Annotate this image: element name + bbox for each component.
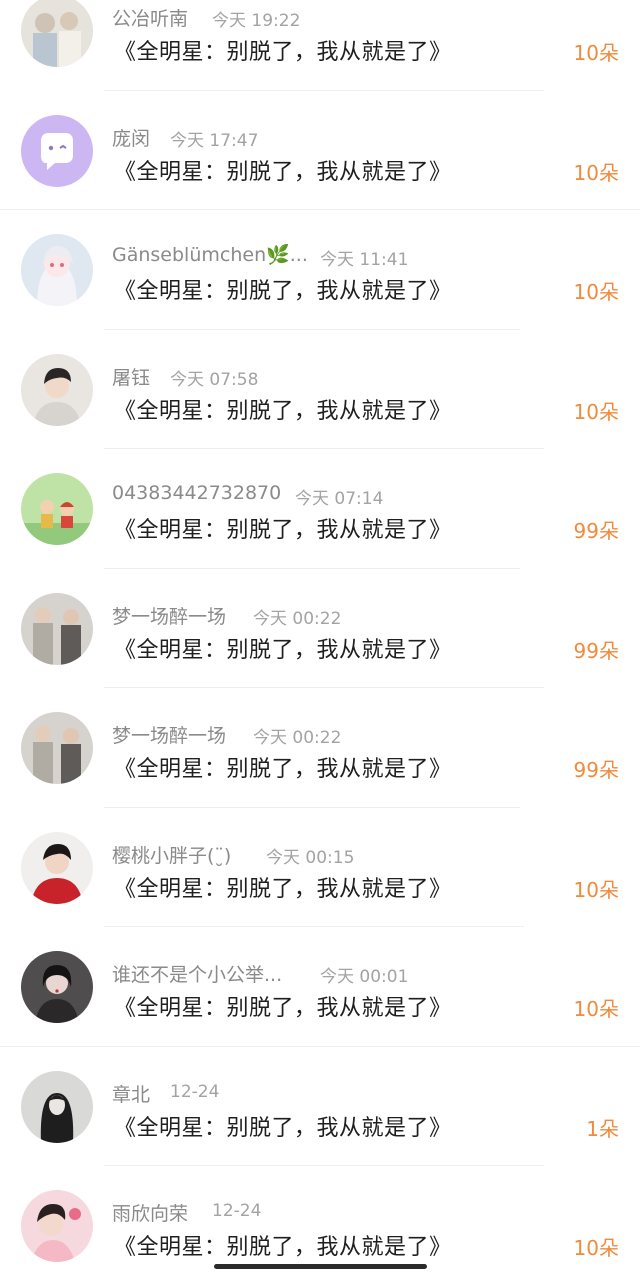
list-item[interactable]: 谁还不是个小公举... 今天 00:01 《全明星：别脱了，我从就是了》 10朵: [0, 927, 640, 1047]
list-item[interactable]: 屠钰 今天 07:58 《全明星：别脱了，我从就是了》 10朵: [0, 330, 640, 449]
user-name: 樱桃小胖子(¨̮): [112, 844, 232, 867]
user-name: 04383442732870: [112, 482, 282, 504]
flower-count: 1朵: [586, 1116, 619, 1141]
user-avatar[interactable]: [21, 0, 93, 67]
user-avatar[interactable]: [21, 234, 93, 306]
book-title: 《全明星：别脱了，我从就是了》: [114, 279, 452, 304]
list-item[interactable]: 樱桃小胖子(¨̮) 今天 00:15 《全明星：别脱了，我从就是了》 10朵: [0, 808, 640, 927]
user-avatar[interactable]: [21, 712, 93, 784]
book-title: 《全明星：别脱了，我从就是了》: [114, 757, 452, 782]
user-name: 梦一场醉一场: [112, 725, 227, 747]
flower-count: 99朵: [573, 638, 619, 663]
timestamp: 今天 07:14: [295, 489, 384, 509]
flower-count: 10朵: [573, 160, 619, 185]
timestamp: 今天 00:15: [266, 847, 355, 868]
user-name: 梦一场醉一场: [112, 605, 227, 628]
book-title: 《全明星：别脱了，我从就是了》: [114, 159, 452, 185]
book-title: 《全明星：别脱了，我从就是了》: [114, 398, 452, 424]
user-avatar[interactable]: [21, 951, 93, 1023]
book-title: 《全明星：别脱了，我从就是了》: [114, 40, 452, 65]
user-avatar[interactable]: [21, 831, 93, 904]
list-item[interactable]: 04383442732870 今天 07:14 《全明星：别脱了，我从就是了》 …: [0, 449, 640, 569]
book-title: 《全明星：别脱了，我从就是了》: [114, 637, 452, 663]
timestamp: 12-24: [212, 1201, 262, 1221]
list-item[interactable]: Gänseblümchen🌿... 今天 11:41 《全明星：别脱了，我从就是…: [0, 210, 640, 330]
timestamp: 12-24: [170, 1081, 220, 1102]
user-avatar[interactable]: [21, 1070, 93, 1143]
user-name: 谁还不是个小公举...: [112, 964, 283, 986]
book-title: 《全明星：别脱了，我从就是了》: [114, 876, 452, 902]
timestamp: 今天 00:22: [253, 608, 342, 629]
list-item[interactable]: 梦一场醉一场 今天 00:22 《全明星：别脱了，我从就是了》 99朵: [0, 569, 640, 688]
timestamp: 今天 11:41: [320, 250, 409, 270]
list-item[interactable]: 公冶听南 今天 19:22 《全明星：别脱了，我从就是了》 10朵: [0, 0, 640, 91]
flower-count: 10朵: [573, 399, 619, 424]
user-name: Gänseblümchen🌿...: [112, 244, 308, 266]
user-name: 雨欣向荣: [112, 1203, 189, 1225]
user-avatar[interactable]: [21, 1190, 93, 1262]
timestamp: 今天 07:58: [170, 369, 259, 390]
book-title: 《全明星：别脱了，我从就是了》: [114, 1235, 452, 1260]
user-avatar[interactable]: [21, 353, 93, 426]
timestamp: 今天 19:22: [212, 11, 301, 31]
flower-count: 99朵: [573, 519, 619, 543]
user-name: 庞闵: [112, 127, 151, 150]
list-item[interactable]: 章北 12-24 《全明星：别脱了，我从就是了》 1朵: [0, 1047, 640, 1166]
timestamp: 今天 00:01: [320, 967, 409, 987]
user-name: 章北: [112, 1083, 151, 1106]
flower-count: 10朵: [573, 997, 619, 1021]
flower-count: 99朵: [573, 758, 619, 782]
user-avatar[interactable]: [21, 114, 93, 187]
list-item[interactable]: 庞闵 今天 17:47 《全明星：别脱了，我从就是了》 10朵: [0, 91, 640, 210]
timestamp: 今天 00:22: [253, 728, 342, 748]
book-title: 《全明星：别脱了，我从就是了》: [114, 996, 452, 1021]
flower-count: 10朵: [573, 877, 619, 902]
book-title: 《全明星：别脱了，我从就是了》: [114, 1115, 452, 1141]
book-title: 《全明星：别脱了，我从就是了》: [114, 518, 452, 543]
user-name: 公冶听南: [112, 8, 189, 30]
timestamp: 今天 17:47: [170, 130, 259, 151]
user-avatar[interactable]: [21, 473, 93, 545]
flower-count: 10朵: [573, 1236, 619, 1260]
user-name: 屠钰: [112, 366, 151, 389]
home-indicator-bar[interactable]: [214, 1264, 427, 1269]
flower-count: 10朵: [573, 41, 619, 65]
list-item[interactable]: 梦一场醉一场 今天 00:22 《全明星：别脱了，我从就是了》 99朵: [0, 688, 640, 808]
flower-count: 10朵: [573, 280, 619, 304]
user-avatar[interactable]: [21, 592, 93, 665]
gift-list[interactable]: 公冶听南 今天 19:22 《全明星：别脱了，我从就是了》 10朵 庞闵 今天 …: [0, 0, 640, 1286]
